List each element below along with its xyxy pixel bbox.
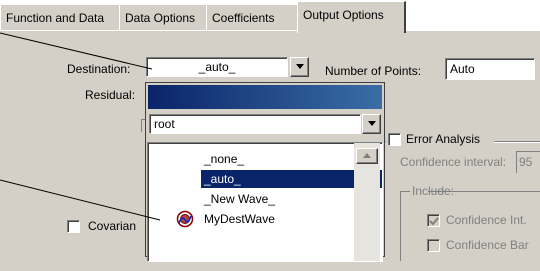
callout-line-destination xyxy=(0,32,153,70)
callout-line-mydestwave xyxy=(0,179,161,221)
callout-lines xyxy=(0,32,161,221)
